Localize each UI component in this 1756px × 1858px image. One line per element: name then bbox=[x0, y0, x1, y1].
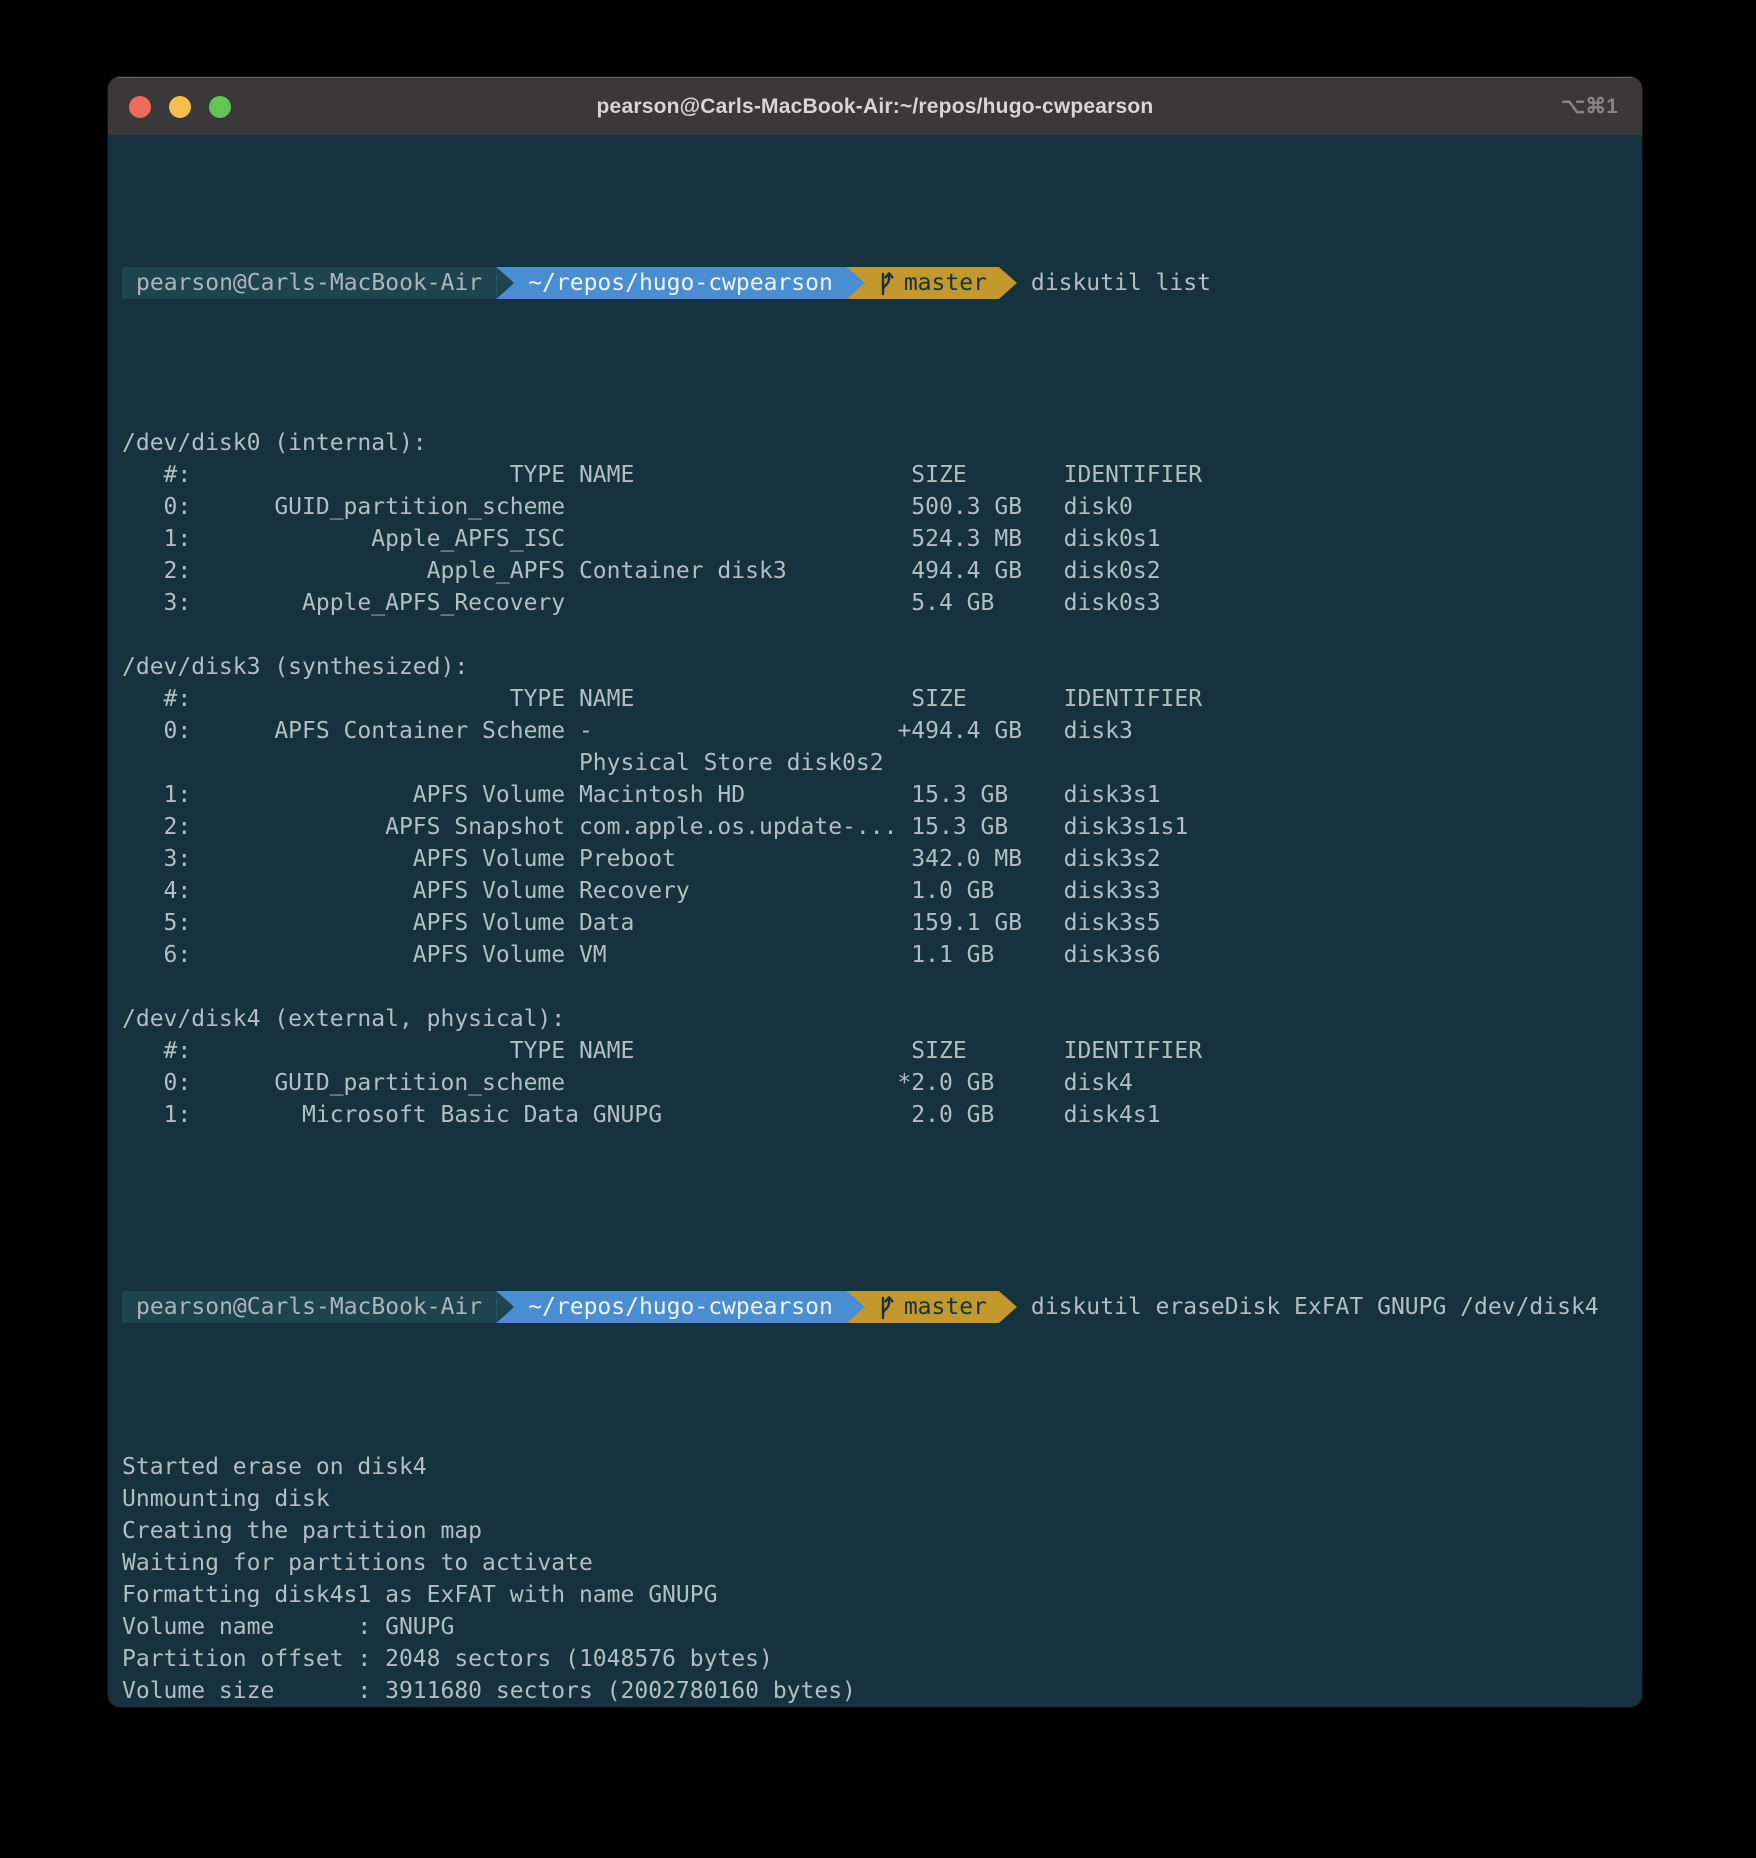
terminal-line bbox=[122, 619, 1628, 651]
powerline-arrow-icon bbox=[847, 1291, 865, 1323]
terminal-line: 0: GUID_partition_scheme *2.0 GB disk4 bbox=[122, 1067, 1628, 1099]
prompt-branch-name: master bbox=[904, 267, 987, 299]
powerline-arrow-icon bbox=[999, 1291, 1017, 1323]
window-title: pearson@Carls-MacBook-Air:~/repos/hugo-c… bbox=[108, 95, 1642, 119]
prompt-line-2: pearson@Carls-MacBook-Air ~/repos/hugo-c… bbox=[122, 1291, 1628, 1323]
git-branch-icon bbox=[877, 1294, 895, 1321]
terminal-line: 3: APFS Volume Preboot 342.0 MB disk3s2 bbox=[122, 843, 1628, 875]
prompt-branch-name: master bbox=[904, 1291, 987, 1323]
terminal-line: 1: Microsoft Basic Data GNUPG 2.0 GB dis… bbox=[122, 1099, 1628, 1131]
terminal-content[interactable]: pearson@Carls-MacBook-Air ~/repos/hugo-c… bbox=[108, 135, 1642, 1707]
terminal-line bbox=[122, 971, 1628, 1003]
terminal-line: Started erase on disk4 bbox=[122, 1451, 1628, 1483]
prompt-user-host: pearson@Carls-MacBook-Air bbox=[122, 1291, 496, 1323]
diskutil-list-output: /dev/disk0 (internal): #: TYPE NAME SIZE… bbox=[122, 427, 1628, 1163]
terminal-line: 2: APFS Snapshot com.apple.os.update-...… bbox=[122, 811, 1628, 843]
terminal-line bbox=[122, 1131, 1628, 1163]
terminal-line: 1: APFS Volume Macintosh HD 15.3 GB disk… bbox=[122, 779, 1628, 811]
command-text: diskutil eraseDisk ExFAT GNUPG /dev/disk… bbox=[1031, 1291, 1599, 1323]
terminal-line: 4: APFS Volume Recovery 1.0 GB disk3s3 bbox=[122, 875, 1628, 907]
prompt-directory: ~/repos/hugo-cwpearson bbox=[514, 1291, 847, 1323]
terminal-line: Unmounting disk bbox=[122, 1483, 1628, 1515]
window-hotkey-label: ⌥⌘1 bbox=[1561, 94, 1618, 119]
terminal-line: 0: GUID_partition_scheme 500.3 GB disk0 bbox=[122, 491, 1628, 523]
powerline-arrow-icon bbox=[999, 267, 1017, 299]
prompt-git-segment: master bbox=[865, 1291, 999, 1323]
prompt-line-1: pearson@Carls-MacBook-Air ~/repos/hugo-c… bbox=[122, 267, 1628, 299]
powerline-arrow-icon bbox=[496, 267, 514, 299]
terminal-line: Creating the partition map bbox=[122, 1515, 1628, 1547]
erase-disk-output: Started erase on disk4Unmounting diskCre… bbox=[122, 1451, 1628, 1707]
terminal-line: Partition offset : 2048 sectors (1048576… bbox=[122, 1643, 1628, 1675]
terminal-line: Volume name : GNUPG bbox=[122, 1611, 1628, 1643]
terminal-line: Formatting disk4s1 as ExFAT with name GN… bbox=[122, 1579, 1628, 1611]
terminal-window: pearson@Carls-MacBook-Air:~/repos/hugo-c… bbox=[108, 77, 1642, 1707]
terminal-line: #: TYPE NAME SIZE IDENTIFIER bbox=[122, 459, 1628, 491]
terminal-line: 0: APFS Container Scheme - +494.4 GB dis… bbox=[122, 715, 1628, 747]
terminal-line: /dev/disk3 (synthesized): bbox=[122, 651, 1628, 683]
terminal-line: Physical Store disk0s2 bbox=[122, 747, 1628, 779]
desktop: { "window": { "title": "pearson@Carls-Ma… bbox=[0, 0, 1756, 1858]
terminal-line: /dev/disk0 (internal): bbox=[122, 427, 1628, 459]
terminal-line: Waiting for partitions to activate bbox=[122, 1547, 1628, 1579]
terminal-line: 3: Apple_APFS_Recovery 5.4 GB disk0s3 bbox=[122, 587, 1628, 619]
powerline-arrow-icon bbox=[847, 267, 865, 299]
terminal-line: Volume size : 3911680 sectors (200278016… bbox=[122, 1675, 1628, 1707]
window-titlebar[interactable]: pearson@Carls-MacBook-Air:~/repos/hugo-c… bbox=[108, 77, 1642, 135]
terminal-line: #: TYPE NAME SIZE IDENTIFIER bbox=[122, 1035, 1628, 1067]
terminal-line: 6: APFS Volume VM 1.1 GB disk3s6 bbox=[122, 939, 1628, 971]
command-text: diskutil list bbox=[1031, 267, 1211, 299]
prompt-directory: ~/repos/hugo-cwpearson bbox=[514, 267, 847, 299]
terminal-line: 1: Apple_APFS_ISC 524.3 MB disk0s1 bbox=[122, 523, 1628, 555]
terminal-line: #: TYPE NAME SIZE IDENTIFIER bbox=[122, 683, 1628, 715]
prompt-user-host: pearson@Carls-MacBook-Air bbox=[122, 267, 496, 299]
git-branch-icon bbox=[877, 270, 895, 297]
terminal-line: /dev/disk4 (external, physical): bbox=[122, 1003, 1628, 1035]
terminal-line: 2: Apple_APFS Container disk3 494.4 GB d… bbox=[122, 555, 1628, 587]
powerline-arrow-icon bbox=[496, 1291, 514, 1323]
terminal-line: 5: APFS Volume Data 159.1 GB disk3s5 bbox=[122, 907, 1628, 939]
prompt-git-segment: master bbox=[865, 267, 999, 299]
